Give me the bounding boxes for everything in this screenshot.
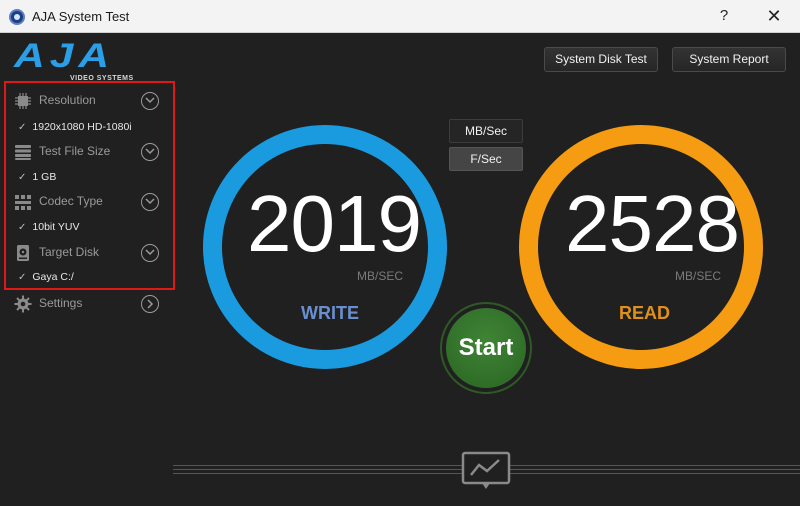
- resolution-row[interactable]: Resolution: [14, 90, 164, 112]
- chevron-down-icon[interactable]: [141, 244, 159, 262]
- check-icon: ✓: [18, 122, 27, 133]
- chevron-down-icon[interactable]: [141, 143, 159, 161]
- main-panel: AJA VIDEO SYSTEMS System Disk Test Syste…: [0, 33, 800, 506]
- settings-label: Settings: [39, 296, 83, 310]
- mb-sec-button[interactable]: MB/Sec: [449, 119, 523, 143]
- aja-logo: AJA VIDEO SYSTEMS: [14, 37, 144, 82]
- resolution-value: ✓ 1920x1080 HD-1080i: [18, 121, 132, 133]
- logo-text: AJA: [14, 37, 115, 75]
- write-value: 2019: [247, 179, 422, 268]
- check-icon: ✓: [18, 172, 27, 183]
- graph-button[interactable]: [461, 451, 511, 491]
- test-file-size-value: ✓ 1 GB: [18, 171, 56, 183]
- f-sec-button[interactable]: F/Sec: [449, 147, 523, 171]
- codec-type-row[interactable]: Codec Type: [14, 191, 164, 213]
- resolution-value-text: 1920x1080 HD-1080i: [32, 121, 132, 133]
- check-icon: ✓: [18, 222, 27, 233]
- target-disk-label: Target Disk: [39, 245, 100, 259]
- read-value: 2528: [565, 179, 740, 268]
- graph-icon: [461, 451, 511, 489]
- start-button[interactable]: Start: [446, 308, 526, 388]
- close-button[interactable]: ✕: [760, 5, 788, 27]
- gear-icon: [14, 295, 32, 313]
- test-file-size-label: Test File Size: [39, 144, 111, 158]
- chip-icon: [14, 92, 32, 110]
- check-icon: ✓: [18, 272, 27, 283]
- chevron-right-icon[interactable]: [141, 295, 159, 313]
- target-disk-value-text: Gaya C:/: [32, 271, 74, 283]
- system-disk-test-button[interactable]: System Disk Test: [544, 47, 658, 72]
- codec-type-value: ✓ 10bit YUV: [18, 221, 79, 233]
- read-unit: MB/SEC: [675, 269, 722, 283]
- target-disk-value: ✓ Gaya C:/: [18, 271, 74, 283]
- grid-icon: [14, 193, 32, 211]
- window-title: AJA System Test: [32, 9, 130, 24]
- settings-row[interactable]: Settings: [14, 293, 164, 315]
- chevron-down-icon[interactable]: [141, 193, 159, 211]
- read-label: READ: [619, 303, 671, 323]
- disk-icon: [14, 244, 32, 262]
- write-unit: MB/SEC: [357, 269, 404, 283]
- test-file-size-value-text: 1 GB: [32, 171, 57, 183]
- codec-type-value-text: 10bit YUV: [32, 221, 80, 233]
- title-bar: AJA System Test ? ✕: [0, 0, 800, 33]
- chevron-down-icon[interactable]: [141, 92, 159, 110]
- resolution-label: Resolution: [39, 93, 96, 107]
- write-label: WRITE: [301, 303, 359, 323]
- target-disk-row[interactable]: Target Disk: [14, 242, 164, 264]
- stack-icon: [14, 143, 32, 161]
- app-icon: [9, 9, 25, 25]
- system-report-button[interactable]: System Report: [672, 47, 786, 72]
- codec-type-label: Codec Type: [39, 194, 103, 208]
- help-button[interactable]: ?: [712, 5, 736, 27]
- test-file-size-row[interactable]: Test File Size: [14, 141, 164, 163]
